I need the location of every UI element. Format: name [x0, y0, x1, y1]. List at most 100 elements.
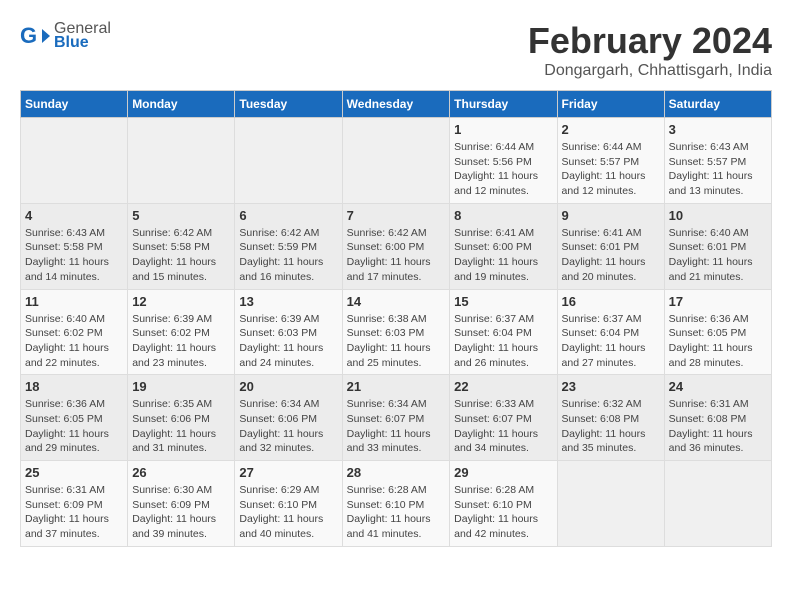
- day-number: 8: [454, 208, 552, 223]
- day-info: Sunrise: 6:41 AM Sunset: 6:00 PM Dayligh…: [454, 226, 552, 285]
- calendar-cell: 20 Sunrise: 6:34 AM Sunset: 6:06 PM Dayli…: [235, 375, 342, 461]
- calendar-cell: 2 Sunrise: 6:44 AM Sunset: 5:57 PM Daylig…: [557, 118, 664, 204]
- day-info: Sunrise: 6:31 AM Sunset: 6:09 PM Dayligh…: [25, 483, 123, 542]
- header-monday: Monday: [128, 91, 235, 118]
- calendar-table: SundayMondayTuesdayWednesdayThursdayFrid…: [20, 90, 772, 547]
- day-number: 15: [454, 294, 552, 309]
- day-number: 27: [239, 465, 337, 480]
- day-number: 29: [454, 465, 552, 480]
- calendar-cell: 11Sunrise: 6:40 AM Sunset: 6:02 PM Dayli…: [21, 289, 128, 375]
- day-info: Sunrise: 6:28 AM Sunset: 6:10 PM Dayligh…: [454, 483, 552, 542]
- day-info: Sunrise: 6:36 AM Sunset: 6:05 PM Dayligh…: [25, 397, 123, 456]
- logo: G General Blue: [20, 20, 111, 52]
- calendar-cell: 25 Sunrise: 6:31 AM Sunset: 6:09 PM Dayli…: [21, 461, 128, 547]
- header-saturday: Saturday: [664, 91, 771, 118]
- calendar-cell: 10 Sunrise: 6:40 AM Sunset: 6:01 PM Dayli…: [664, 203, 771, 289]
- day-number: 13: [239, 294, 337, 309]
- calendar-cell: 16Sunrise: 6:37 AM Sunset: 6:04 PM Dayli…: [557, 289, 664, 375]
- month-title: February 2024: [528, 20, 772, 62]
- week-row-1: 4 Sunrise: 6:43 AM Sunset: 5:58 PM Daylig…: [21, 203, 772, 289]
- header-friday: Friday: [557, 91, 664, 118]
- day-info: Sunrise: 6:30 AM Sunset: 6:09 PM Dayligh…: [132, 483, 230, 542]
- day-number: 10: [669, 208, 767, 223]
- day-info: Sunrise: 6:35 AM Sunset: 6:06 PM Dayligh…: [132, 397, 230, 456]
- calendar-cell: 29 Sunrise: 6:28 AM Sunset: 6:10 PM Dayli…: [450, 461, 557, 547]
- title-block: February 2024 Dongargarh, Chhattisgarh, …: [528, 20, 772, 80]
- day-number: 6: [239, 208, 337, 223]
- calendar-cell: [235, 118, 342, 204]
- day-info: Sunrise: 6:40 AM Sunset: 6:02 PM Dayligh…: [25, 312, 123, 371]
- location-subtitle: Dongargarh, Chhattisgarh, India: [528, 62, 772, 80]
- days-header-row: SundayMondayTuesdayWednesdayThursdayFrid…: [21, 91, 772, 118]
- calendar-cell: [128, 118, 235, 204]
- calendar-cell: 15 Sunrise: 6:37 AM Sunset: 6:04 PM Dayli…: [450, 289, 557, 375]
- day-info: Sunrise: 6:28 AM Sunset: 6:10 PM Dayligh…: [347, 483, 446, 542]
- calendar-cell: 19 Sunrise: 6:35 AM Sunset: 6:06 PM Dayli…: [128, 375, 235, 461]
- calendar-cell: 9Sunrise: 6:41 AM Sunset: 6:01 PM Daylig…: [557, 203, 664, 289]
- day-number: 20: [239, 379, 337, 394]
- day-number: 22: [454, 379, 552, 394]
- calendar-cell: 4 Sunrise: 6:43 AM Sunset: 5:58 PM Daylig…: [21, 203, 128, 289]
- calendar-cell: 18 Sunrise: 6:36 AM Sunset: 6:05 PM Dayli…: [21, 375, 128, 461]
- day-info: Sunrise: 6:43 AM Sunset: 5:57 PM Dayligh…: [669, 140, 767, 199]
- day-number: 17: [669, 294, 767, 309]
- day-info: Sunrise: 6:42 AM Sunset: 5:59 PM Dayligh…: [239, 226, 337, 285]
- week-row-2: 11Sunrise: 6:40 AM Sunset: 6:02 PM Dayli…: [21, 289, 772, 375]
- day-info: Sunrise: 6:39 AM Sunset: 6:02 PM Dayligh…: [132, 312, 230, 371]
- calendar-cell: 5 Sunrise: 6:42 AM Sunset: 5:58 PM Daylig…: [128, 203, 235, 289]
- calendar-cell: [21, 118, 128, 204]
- calendar-cell: 12 Sunrise: 6:39 AM Sunset: 6:02 PM Dayli…: [128, 289, 235, 375]
- day-number: 12: [132, 294, 230, 309]
- day-number: 25: [25, 465, 123, 480]
- day-info: Sunrise: 6:38 AM Sunset: 6:03 PM Dayligh…: [347, 312, 446, 371]
- day-info: Sunrise: 6:39 AM Sunset: 6:03 PM Dayligh…: [239, 312, 337, 371]
- day-info: Sunrise: 6:42 AM Sunset: 6:00 PM Dayligh…: [347, 226, 446, 285]
- day-number: 5: [132, 208, 230, 223]
- day-number: 24: [669, 379, 767, 394]
- calendar-cell: 24 Sunrise: 6:31 AM Sunset: 6:08 PM Dayli…: [664, 375, 771, 461]
- day-number: 21: [347, 379, 446, 394]
- day-number: 28: [347, 465, 446, 480]
- day-number: 1: [454, 122, 552, 137]
- calendar-cell: 26 Sunrise: 6:30 AM Sunset: 6:09 PM Dayli…: [128, 461, 235, 547]
- page-header: G General Blue February 2024 Dongargarh,…: [20, 20, 772, 80]
- day-number: 18: [25, 379, 123, 394]
- day-info: Sunrise: 6:37 AM Sunset: 6:04 PM Dayligh…: [454, 312, 552, 371]
- calendar-cell: 7 Sunrise: 6:42 AM Sunset: 6:00 PM Daylig…: [342, 203, 450, 289]
- calendar-cell: 13 Sunrise: 6:39 AM Sunset: 6:03 PM Dayli…: [235, 289, 342, 375]
- day-number: 23: [562, 379, 660, 394]
- day-number: 19: [132, 379, 230, 394]
- day-info: Sunrise: 6:43 AM Sunset: 5:58 PM Dayligh…: [25, 226, 123, 285]
- logo-text-block: General Blue: [54, 20, 111, 52]
- day-info: Sunrise: 6:40 AM Sunset: 6:01 PM Dayligh…: [669, 226, 767, 285]
- week-row-0: 1Sunrise: 6:44 AM Sunset: 5:56 PM Daylig…: [21, 118, 772, 204]
- day-number: 4: [25, 208, 123, 223]
- day-info: Sunrise: 6:34 AM Sunset: 6:06 PM Dayligh…: [239, 397, 337, 456]
- logo-icon: G: [20, 21, 50, 51]
- day-number: 7: [347, 208, 446, 223]
- day-info: Sunrise: 6:32 AM Sunset: 6:08 PM Dayligh…: [562, 397, 660, 456]
- day-number: 2: [562, 122, 660, 137]
- calendar-cell: 22 Sunrise: 6:33 AM Sunset: 6:07 PM Dayli…: [450, 375, 557, 461]
- day-number: 14: [347, 294, 446, 309]
- day-number: 9: [562, 208, 660, 223]
- day-info: Sunrise: 6:34 AM Sunset: 6:07 PM Dayligh…: [347, 397, 446, 456]
- calendar-cell: [557, 461, 664, 547]
- header-wednesday: Wednesday: [342, 91, 450, 118]
- calendar-cell: 1Sunrise: 6:44 AM Sunset: 5:56 PM Daylig…: [450, 118, 557, 204]
- calendar-cell: [342, 118, 450, 204]
- day-info: Sunrise: 6:44 AM Sunset: 5:57 PM Dayligh…: [562, 140, 660, 199]
- day-info: Sunrise: 6:36 AM Sunset: 6:05 PM Dayligh…: [669, 312, 767, 371]
- header-sunday: Sunday: [21, 91, 128, 118]
- calendar-cell: 6 Sunrise: 6:42 AM Sunset: 5:59 PM Daylig…: [235, 203, 342, 289]
- day-number: 26: [132, 465, 230, 480]
- day-info: Sunrise: 6:29 AM Sunset: 6:10 PM Dayligh…: [239, 483, 337, 542]
- day-info: Sunrise: 6:42 AM Sunset: 5:58 PM Dayligh…: [132, 226, 230, 285]
- day-info: Sunrise: 6:31 AM Sunset: 6:08 PM Dayligh…: [669, 397, 767, 456]
- calendar-cell: 17 Sunrise: 6:36 AM Sunset: 6:05 PM Dayli…: [664, 289, 771, 375]
- calendar-cell: 14 Sunrise: 6:38 AM Sunset: 6:03 PM Dayli…: [342, 289, 450, 375]
- calendar-cell: 21 Sunrise: 6:34 AM Sunset: 6:07 PM Dayli…: [342, 375, 450, 461]
- header-tuesday: Tuesday: [235, 91, 342, 118]
- header-thursday: Thursday: [450, 91, 557, 118]
- day-info: Sunrise: 6:33 AM Sunset: 6:07 PM Dayligh…: [454, 397, 552, 456]
